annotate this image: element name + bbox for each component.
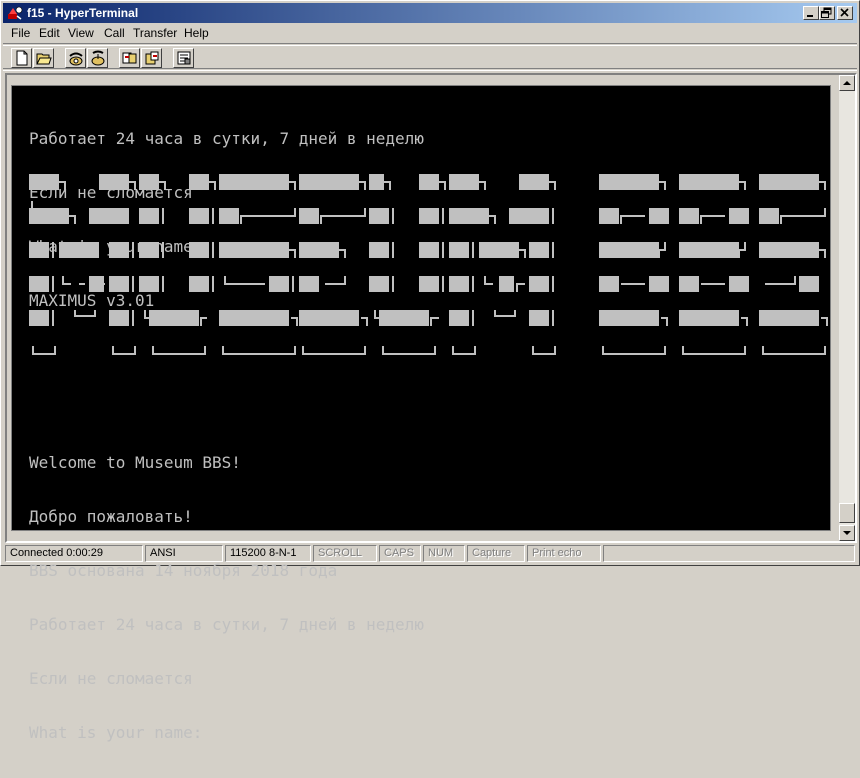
menu-bar: File Edit View Call Transfer Help: [3, 24, 857, 43]
scrollbar-thumb[interactable]: [839, 503, 855, 523]
text-cursor: [31, 201, 33, 216]
close-button[interactable]: [837, 6, 853, 20]
status-caps: CAPS: [379, 545, 421, 562]
new-connection-button[interactable]: [11, 48, 32, 68]
terminal-screen[interactable]: Работает 24 часа в сутки, 7 дней в недел…: [11, 85, 831, 742]
properties-button[interactable]: [173, 48, 194, 68]
close-icon: [840, 8, 849, 17]
status-num: NUM: [423, 545, 465, 562]
ansi-logo-art: [29, 174, 828, 355]
call-icon: [69, 52, 83, 66]
vertical-scrollbar[interactable]: [839, 75, 855, 541]
open-icon: [36, 53, 52, 65]
terminal-bottom-text: Welcome to Museum BBS! Добро пожаловать!…: [29, 418, 424, 778]
scroll-up-button[interactable]: [839, 75, 855, 91]
send-icon: [122, 52, 137, 64]
status-scroll: SCROLL: [313, 545, 377, 562]
menu-transfer[interactable]: Transfer: [133, 26, 177, 40]
status-empty-pane: [603, 545, 855, 562]
status-capture: Capture: [467, 545, 525, 562]
restore-icon: [821, 7, 832, 18]
disconnect-icon: [91, 50, 105, 66]
toolbar: [3, 43, 857, 71]
terminal-line: Welcome to Museum BBS!: [29, 453, 241, 472]
call-button[interactable]: [65, 48, 86, 68]
hyperterminal-app-icon[interactable]: [7, 5, 23, 21]
terminal-line: BBS основана 14 ноября 2018 года: [29, 561, 338, 580]
status-connected: Connected 0:00:29: [5, 545, 143, 562]
window-title: f15 - HyperTerminal: [27, 6, 139, 20]
arrow-up-icon: [843, 81, 851, 85]
title-bar[interactable]: f15 - HyperTerminal: [3, 3, 857, 23]
open-button[interactable]: [33, 48, 54, 68]
terminal-line: Добро пожаловать!: [29, 507, 193, 526]
scroll-down-button[interactable]: [839, 525, 855, 541]
disconnect-button[interactable]: [87, 48, 108, 68]
status-settings: 115200 8-N-1: [225, 545, 311, 562]
status-emulation: ANSI: [145, 545, 223, 562]
receive-icon: [145, 51, 159, 65]
properties-icon: [177, 51, 191, 65]
status-print-echo: Print echo: [527, 545, 601, 562]
terminal-line: Работает 24 часа в сутки, 7 дней в недел…: [29, 615, 424, 634]
menu-call[interactable]: Call: [104, 26, 125, 40]
minimize-button[interactable]: [803, 6, 819, 20]
minimize-icon: [807, 15, 813, 17]
menu-file[interactable]: File: [11, 26, 30, 40]
terminal-frame: Работает 24 часа в сутки, 7 дней в недел…: [5, 73, 857, 742]
menu-edit[interactable]: Edit: [39, 26, 60, 40]
terminal-line: Работает 24 часа в сутки, 7 дней в недел…: [29, 129, 424, 148]
maximize-button[interactable]: [819, 6, 835, 20]
menu-view[interactable]: View: [68, 26, 94, 40]
arrow-down-icon: [843, 531, 851, 535]
main-window: f15 - HyperTerminal File Edit View Call …: [0, 0, 860, 742]
menu-help[interactable]: Help: [184, 26, 209, 40]
terminal-line: Если не сломается: [29, 669, 193, 688]
receive-button[interactable]: [141, 48, 162, 68]
new-icon: [16, 50, 28, 66]
status-bar: Connected 0:00:29 ANSI 115200 8-N-1 SCRO…: [3, 544, 857, 564]
terminal-line: What is your name:: [29, 723, 203, 742]
send-button[interactable]: [119, 48, 140, 68]
